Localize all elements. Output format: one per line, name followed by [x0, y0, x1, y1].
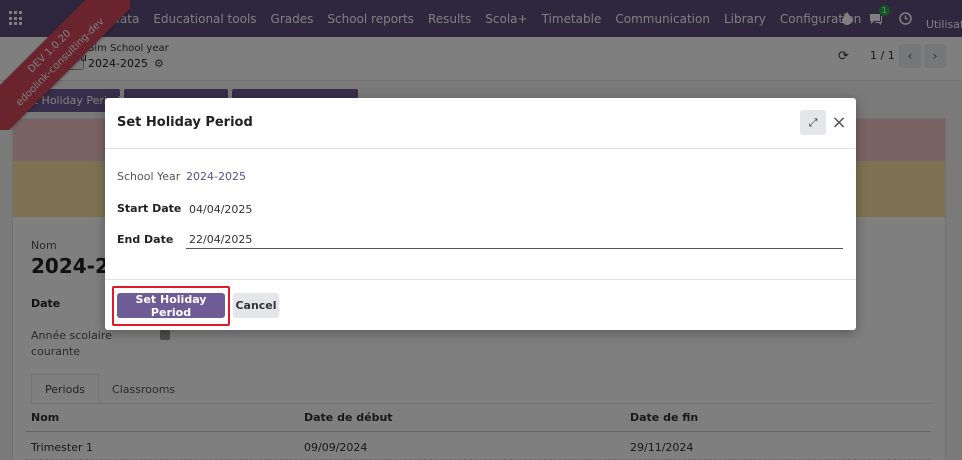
dialog-footer-divider — [105, 279, 856, 280]
end-date-label: End Date — [117, 233, 174, 246]
expand-icon: ⤢ — [808, 115, 818, 129]
highlight-box — [112, 286, 230, 326]
dialog-title: Set Holiday Period — [117, 115, 253, 130]
start-date-label: Start Date — [117, 202, 182, 215]
end-date-input[interactable] — [186, 231, 843, 249]
school-year-link[interactable]: 2024-2025 — [186, 170, 246, 183]
close-dialog-button[interactable]: × — [831, 111, 847, 133]
set-holiday-period-dialog: Set Holiday Period ⤢ × School Year 2024-… — [105, 98, 856, 330]
expand-dialog-button[interactable]: ⤢ — [800, 110, 826, 135]
dialog-header-divider — [105, 148, 856, 149]
school-year-label: School Year — [117, 170, 181, 183]
cancel-button[interactable]: Cancel — [233, 293, 279, 318]
close-icon: × — [831, 111, 847, 133]
start-date-field[interactable]: 04/04/2025 — [189, 203, 252, 216]
